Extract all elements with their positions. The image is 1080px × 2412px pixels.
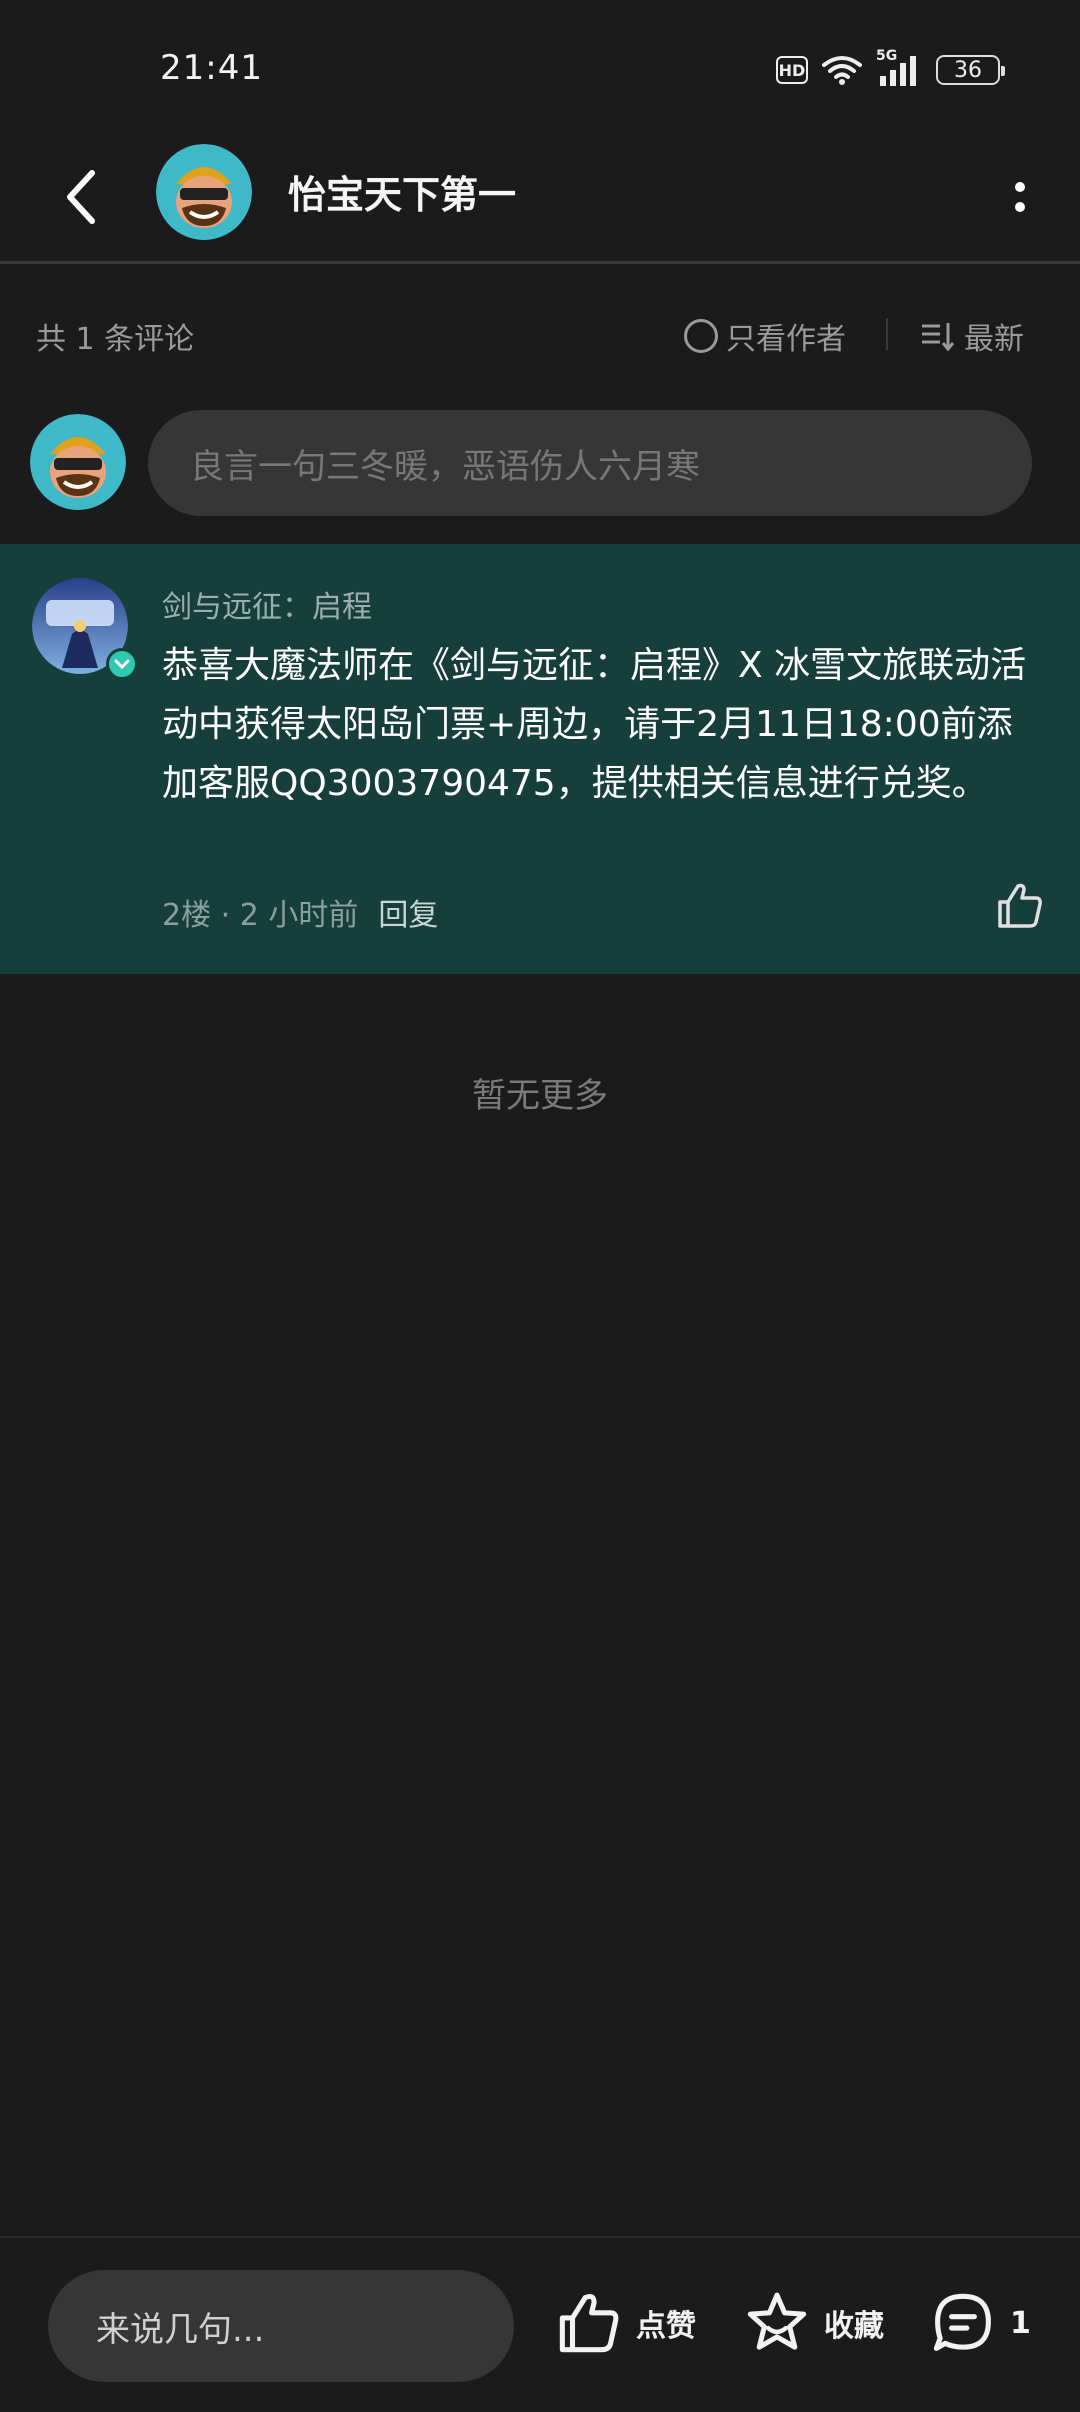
page-title: 怡宝天下第一: [288, 173, 517, 217]
author-only-label: 只看作者: [726, 322, 846, 357]
favorite-button[interactable]: 收藏: [744, 2278, 884, 2368]
like-button[interactable]: 点赞: [556, 2278, 696, 2368]
comment-count-label: 1: [1010, 2305, 1031, 2341]
battery-icon: 36: [936, 55, 1005, 85]
sort-button[interactable]: 最新: [920, 314, 1024, 358]
more-button[interactable]: [990, 162, 1050, 232]
avatar[interactable]: [156, 144, 252, 240]
no-more-label: 暂无更多: [472, 1076, 608, 1116]
divider: [886, 318, 888, 350]
comment-bubble-icon: [933, 2293, 991, 2351]
back-button[interactable]: [50, 162, 110, 232]
comment-footer: 2楼 · 2 小时前 回复: [162, 890, 438, 934]
thumbs-up-icon: [998, 883, 1042, 928]
comment-input[interactable]: 良言一句三冬暖，恶语伤人六月寒: [148, 410, 1032, 516]
comment-input-row: 良言一句三冬暖，恶语伤人六月寒: [0, 410, 1080, 520]
comments-button[interactable]: 1: [930, 2278, 1031, 2368]
signal-icon: 5G: [876, 48, 922, 88]
comment-text: 恭喜大魔法师在《剑与远征：启程》X 冰雪文旅联动活动中获得太阳岛门票+周边，请于…: [162, 645, 1027, 804]
comment-item: 剑与远征：启程 恭喜大魔法师在《剑与远征：启程》X 冰雪文旅联动活动中获得太阳岛…: [0, 544, 1080, 974]
comment-avatar-wrap[interactable]: [32, 578, 138, 680]
avatar-image: [30, 414, 126, 510]
verified-badge-icon: [106, 648, 138, 680]
bottom-comment-input[interactable]: 来说几句...: [48, 2270, 514, 2382]
comment-count: 共 1 条评论: [36, 322, 195, 357]
author-only-toggle[interactable]: 只看作者: [684, 314, 846, 358]
wifi-icon: [822, 56, 862, 85]
comment-floor-time: 2楼 · 2 小时前: [162, 898, 359, 933]
more-vertical-icon: [1015, 182, 1025, 192]
bottom-action-bar: 来说几句... 点赞 收藏 1: [0, 2236, 1080, 2412]
chevron-left-icon: [67, 170, 95, 224]
status-time: 21:41: [160, 48, 263, 88]
sort-icon: [922, 323, 955, 352]
reply-button[interactable]: 回复: [378, 890, 438, 934]
radio-circle-icon: [684, 319, 718, 353]
avatar-image: [156, 144, 252, 240]
more-vertical-icon: [1015, 202, 1025, 212]
favorite-label: 收藏: [824, 2309, 884, 2344]
comment-like-button[interactable]: [994, 880, 1046, 932]
thumbs-up-icon: [559, 2293, 619, 2353]
sort-label: 最新: [964, 322, 1024, 357]
header: 怡宝天下第一: [0, 140, 1080, 264]
status-icons: HD 5G 36: [776, 48, 1005, 90]
hd-icon: HD: [776, 56, 808, 84]
star-icon: [747, 2292, 807, 2350]
avatar: [30, 414, 126, 510]
comments-meta-bar: 共 1 条评论 只看作者 最新: [0, 300, 1080, 370]
like-label: 点赞: [636, 2309, 696, 2344]
comment-author[interactable]: 剑与远征：启程: [162, 582, 372, 626]
status-bar: 21:41 HD 5G 36: [0, 0, 1080, 140]
